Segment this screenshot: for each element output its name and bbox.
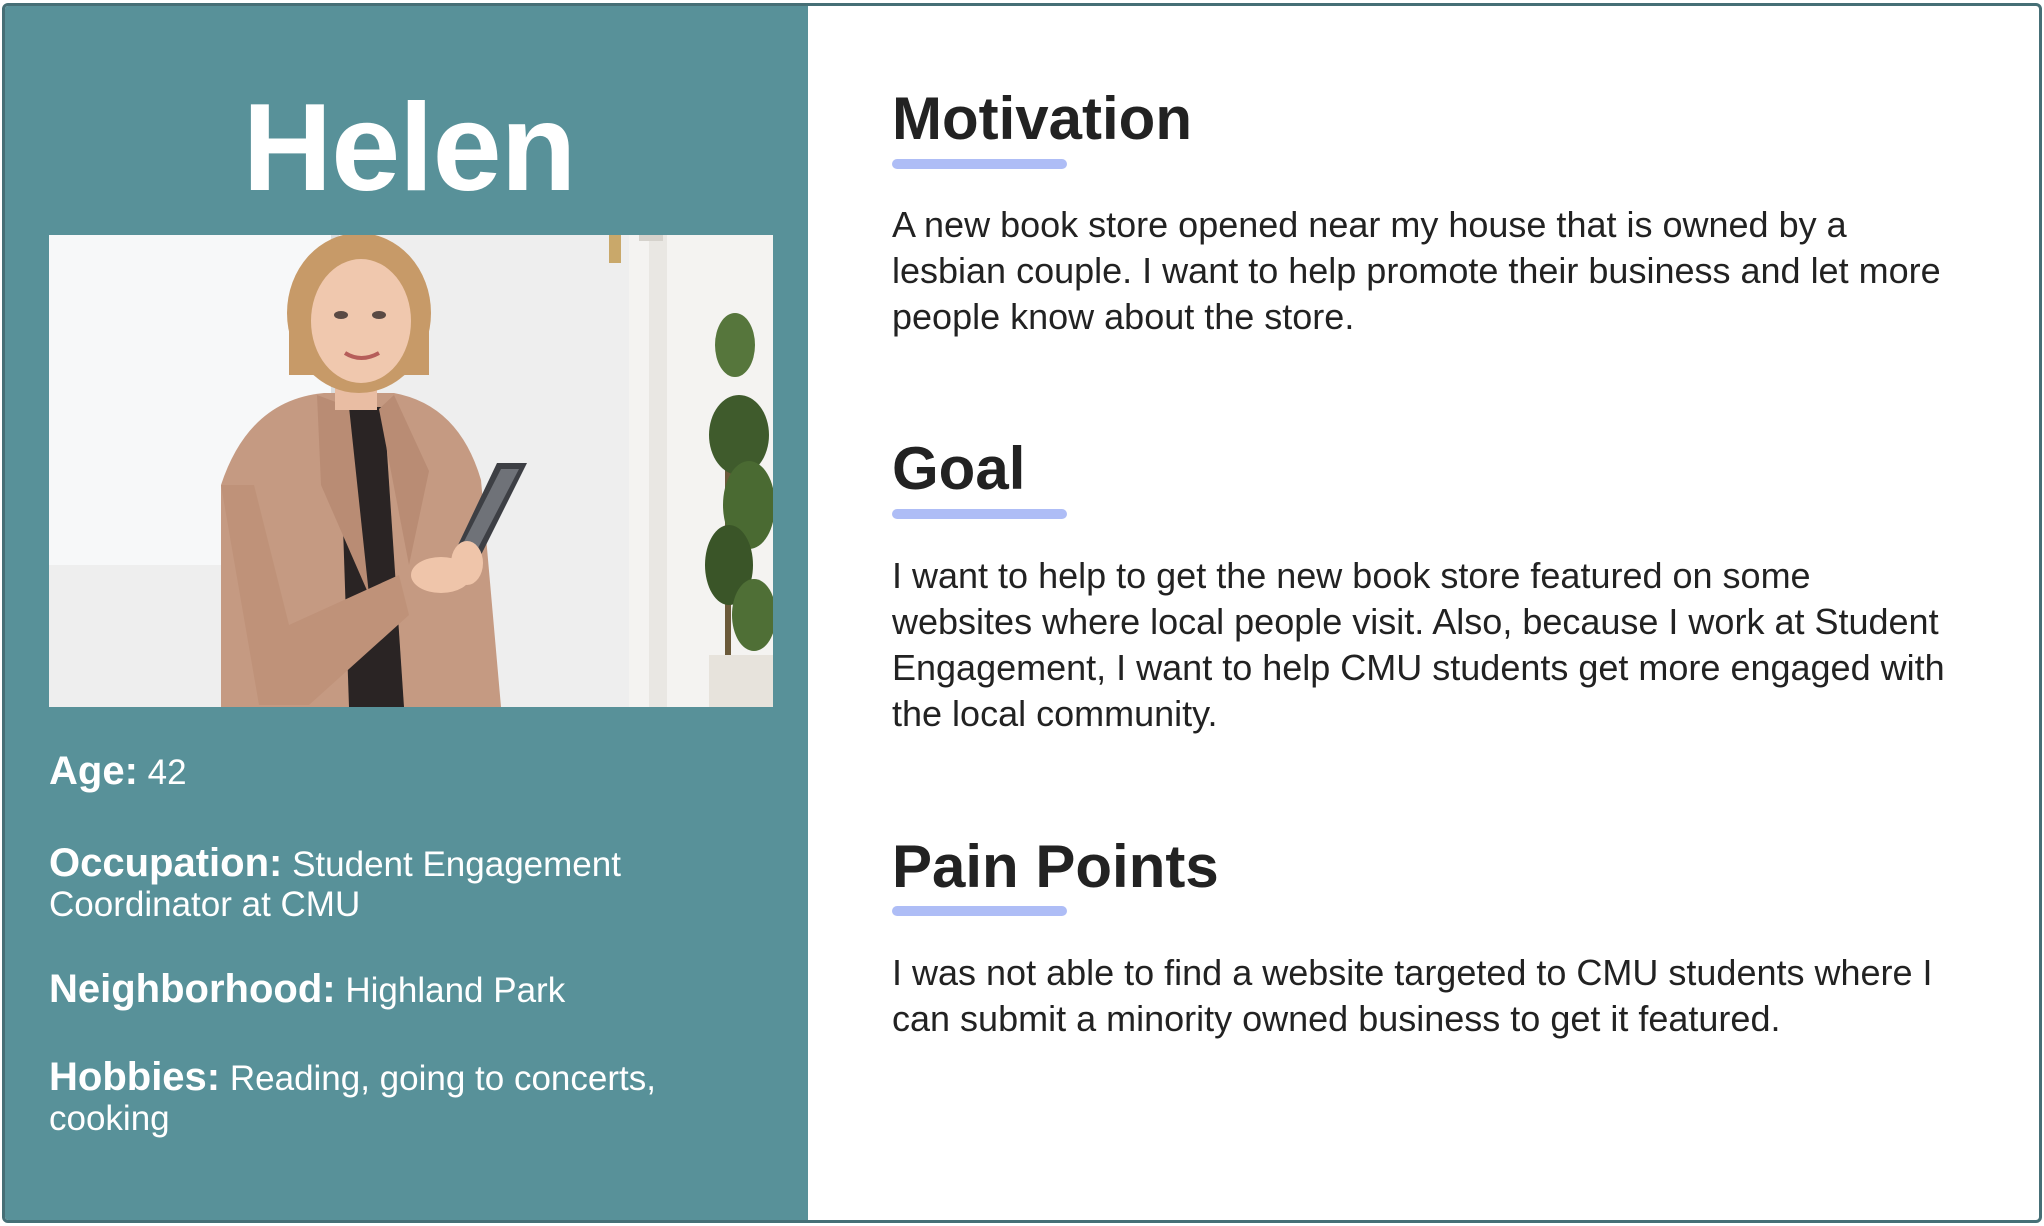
fact-neighborhood: Neighborhood: Highland Park xyxy=(49,969,565,1011)
fact-hobbies-label: Hobbies: xyxy=(49,1055,221,1099)
goal-underline xyxy=(892,509,1067,519)
persona-photo-illustration xyxy=(49,235,773,707)
persona-card: Helen Age: 42 Occupation: Student Engage… xyxy=(2,3,2042,1223)
fact-age-value: 42 xyxy=(147,753,187,792)
pain-points-underline xyxy=(892,906,1067,916)
fact-neighborhood-label: Neighborhood: xyxy=(49,967,336,1011)
motivation-underline xyxy=(892,159,1067,169)
persona-sidebar: Helen Age: 42 Occupation: Student Engage… xyxy=(5,6,808,1220)
motivation-text: A new book store opened near my house th… xyxy=(892,204,1941,337)
goal-text: I want to help to get the new book store… xyxy=(892,555,1945,734)
persona-photo xyxy=(49,235,773,707)
pain-points-text: I was not able to find a website targete… xyxy=(892,952,1933,1039)
fact-age: Age: 42 xyxy=(49,751,187,793)
persona-name: Helen xyxy=(242,79,577,217)
fact-age-label: Age: xyxy=(49,749,138,793)
fact-hobbies: Hobbies: Reading, going to concerts, coo… xyxy=(49,1057,769,1139)
pain-points-heading: Pain Points xyxy=(892,833,1219,900)
goal-heading: Goal xyxy=(892,435,1026,502)
fact-occupation-label: Occupation: xyxy=(49,841,283,885)
fact-occupation: Occupation: Student Engagement Coordinat… xyxy=(49,843,769,925)
motivation-heading: Motivation xyxy=(892,85,1192,152)
fact-neighborhood-value: Highland Park xyxy=(345,971,566,1010)
